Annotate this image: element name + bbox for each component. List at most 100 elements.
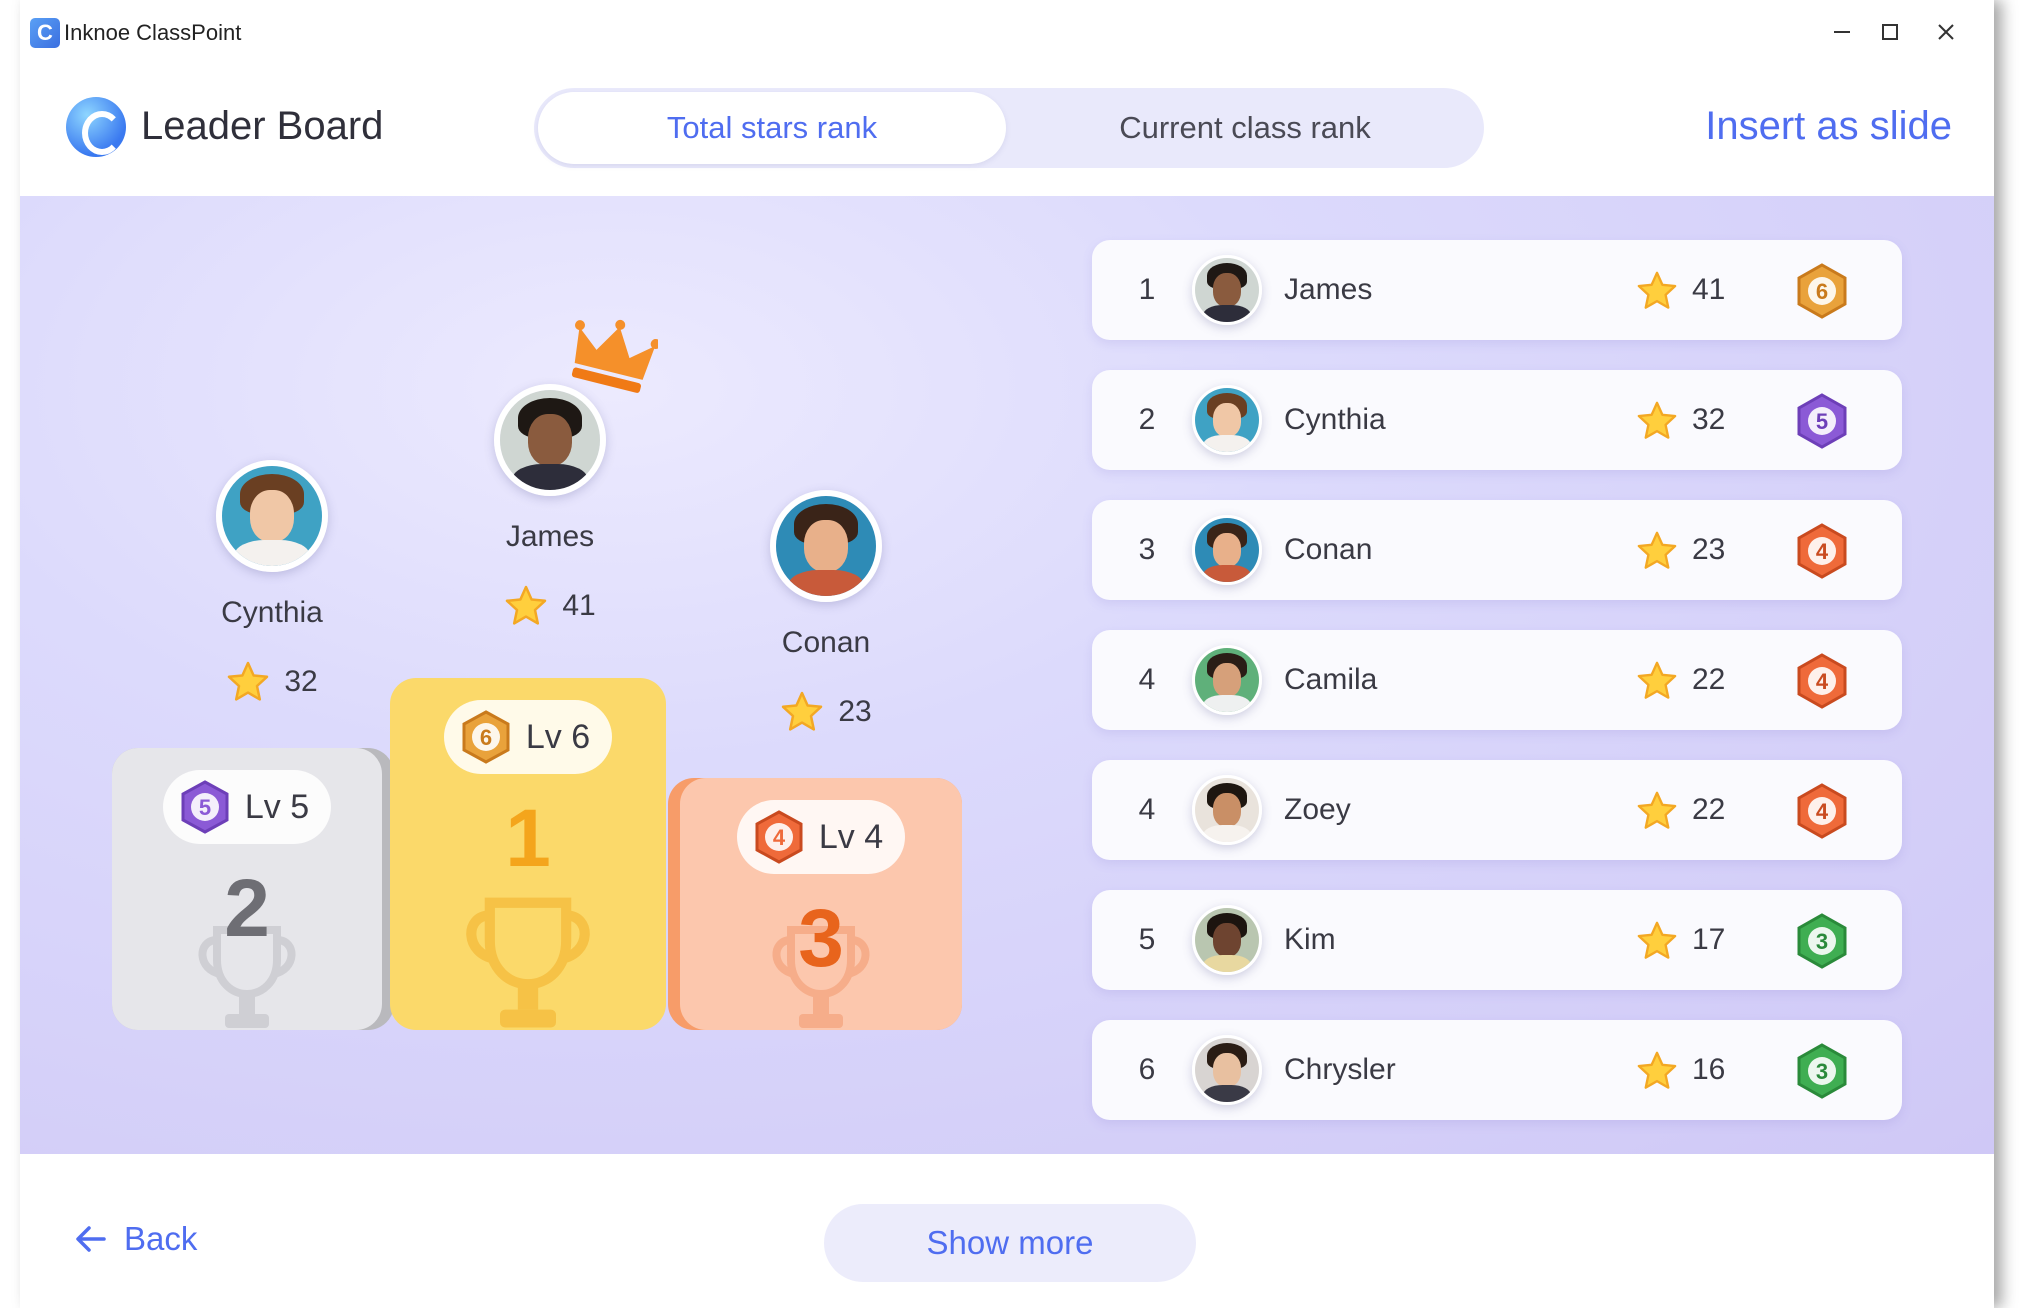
maximize-icon (1882, 24, 1898, 40)
podium-third-person: Conan 23 (726, 490, 926, 734)
level-label: Lv 4 (818, 817, 884, 856)
minimize-icon (1834, 31, 1850, 33)
row-rank: 5 (1138, 923, 1156, 956)
row-rank: 3 (1138, 533, 1156, 566)
row-level: 4 (1816, 669, 1829, 694)
leaderboard-area: James 41 Cynthia 32 Conan 23 5 Lv 5 2 6 … (20, 196, 1994, 1154)
svg-text:5: 5 (199, 795, 211, 820)
level-pill: 5 Lv 5 (162, 770, 332, 844)
podium-first-stars-value: 41 (562, 589, 596, 622)
star-icon (226, 660, 270, 704)
show-more-button[interactable]: Show more (824, 1204, 1196, 1282)
row-rank: 6 (1138, 1053, 1156, 1086)
row-level: 4 (1816, 799, 1829, 824)
row-stars: 41 (1692, 273, 1726, 306)
avatar (1192, 775, 1262, 845)
rank-tabs: Total stars rank Current class rank (534, 88, 1484, 168)
podium-second-stars: 32 (172, 660, 372, 704)
trophy-icon (466, 897, 590, 1028)
row-stars: 22 (1692, 793, 1726, 826)
star-icon (780, 690, 824, 734)
row-level: 3 (1816, 1059, 1828, 1084)
back-label: Back (124, 1220, 198, 1257)
close-icon (1938, 24, 1954, 40)
leaderboard-row: 1 James 41 6 (1092, 240, 1902, 340)
avatar (1192, 385, 1262, 455)
level-label: Lv 6 (525, 717, 591, 756)
crown-icon (571, 319, 658, 393)
level-pill: 6 Lv 6 (443, 700, 613, 774)
tab-current-class-rank[interactable]: Current class rank (1010, 92, 1480, 164)
svg-text:6: 6 (480, 725, 492, 750)
level-badge-icon: 6 (458, 709, 514, 765)
tab-total-stars-rank[interactable]: Total stars rank (538, 92, 1006, 164)
level-badge-icon: 4 (1792, 782, 1852, 840)
podium-block-third: 4 Lv 4 3 (680, 778, 962, 1030)
level-pill: 4 Lv 4 (736, 800, 906, 874)
avatar (1192, 1035, 1262, 1105)
leaderboard-row: 5 Kim 17 3 (1092, 890, 1902, 990)
ranking-list: 1 James 41 6 2 Cynthia 32 5 3 Conan 23 4 4 Camila 22 4 4… (1092, 240, 1902, 1150)
avatar (216, 460, 328, 572)
level-badge-icon: 3 (1792, 1042, 1852, 1100)
avatar (494, 384, 606, 496)
podium-first-stars: 41 (450, 584, 650, 628)
leaderboard-row: 4 Zoey 22 4 (1092, 760, 1902, 860)
header: Leader Board Total stars rank Current cl… (20, 64, 1994, 196)
star-icon (1636, 400, 1678, 442)
row-name: Camila (1284, 663, 1378, 696)
maximize-button[interactable] (1862, 10, 1918, 54)
row-rank: 1 (1138, 273, 1156, 306)
rank-number: 1 (505, 793, 551, 884)
podium-block-first: 6 Lv 6 1 (390, 678, 666, 1030)
star-icon (1636, 1050, 1678, 1092)
avatar (1192, 255, 1262, 325)
row-stars: 17 (1692, 923, 1726, 956)
row-stars: 23 (1692, 533, 1726, 566)
star-icon (1636, 270, 1678, 312)
leaderboard-row: 2 Cynthia 32 5 (1092, 370, 1902, 470)
row-level: 3 (1816, 929, 1828, 954)
star-icon (1636, 660, 1678, 702)
row-level: 5 (1816, 409, 1828, 434)
level-label: Lv 5 (244, 787, 310, 826)
row-name: Kim (1284, 923, 1336, 956)
close-button[interactable] (1918, 10, 1974, 54)
podium-third-stars: 23 (726, 690, 926, 734)
level-badge-icon: 5 (177, 779, 233, 835)
level-badge-icon: 4 (1792, 652, 1852, 710)
podium-third-stars-value: 23 (838, 695, 872, 728)
row-name: Cynthia (1284, 403, 1386, 436)
star-icon (504, 584, 548, 628)
row-level: 4 (1816, 539, 1829, 564)
podium-second-person: Cynthia 32 (172, 460, 372, 704)
level-badge-icon: 3 (1792, 912, 1852, 970)
title-bar: C Inknoe ClassPoint (20, 0, 1994, 64)
podium-first-name: James (505, 520, 595, 553)
level-badge-icon: 4 (751, 809, 807, 865)
app-window: C Inknoe ClassPoint Leader Board Total s… (20, 0, 1994, 1308)
star-icon (1636, 790, 1678, 832)
svg-text:4: 4 (773, 825, 786, 850)
leaderboard-row: 3 Conan 23 4 (1092, 500, 1902, 600)
insert-as-slide-button[interactable]: Insert as slide (1705, 104, 1952, 149)
podium-block-second: 5 Lv 5 2 (112, 748, 382, 1030)
classpoint-app-icon: C (30, 18, 60, 48)
app-title: Inknoe ClassPoint (64, 20, 242, 45)
avatar (1192, 515, 1262, 585)
podium-third-name: Conan (781, 626, 871, 659)
row-rank: 4 (1138, 663, 1156, 696)
row-stars: 16 (1692, 1053, 1726, 1086)
star-icon (1636, 920, 1678, 962)
row-name: Conan (1284, 533, 1373, 566)
rank-number: 2 (224, 863, 270, 954)
back-button[interactable]: Back (74, 1220, 197, 1258)
rank-number: 3 (798, 893, 844, 984)
star-icon (1636, 530, 1678, 572)
avatar (770, 490, 882, 602)
avatar (1192, 905, 1262, 975)
level-badge-icon: 4 (1792, 522, 1852, 580)
row-name: Zoey (1284, 793, 1351, 826)
page-title: Leader Board (141, 104, 384, 148)
level-badge-icon: 5 (1792, 392, 1852, 450)
